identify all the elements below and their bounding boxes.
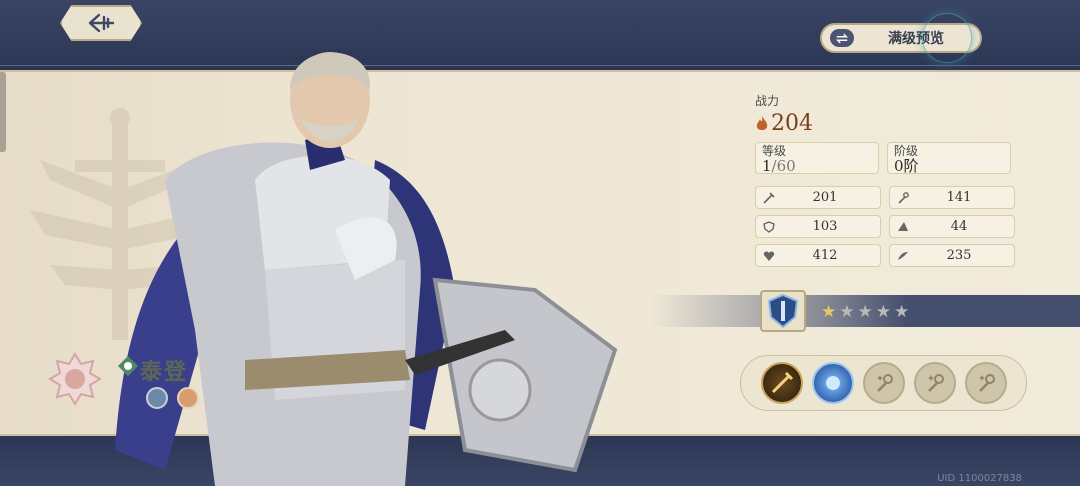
hat-icon (896, 220, 910, 234)
star-empty-icon: ★ (894, 302, 910, 322)
locked-staff-skill-icon[interactable] (965, 362, 1007, 404)
attr-magic-defense[interactable]: 44 (889, 215, 1015, 238)
stats-panel: 战力 204 等级 1/60 阶级 0阶 201 141 103 44 412 … (755, 92, 1020, 267)
attr-value: 141 (946, 190, 972, 205)
attr-value: 412 (812, 248, 838, 263)
sword-icon (762, 191, 776, 205)
swap-arrows-icon (830, 29, 854, 47)
rank-label: 阶级 (894, 144, 919, 158)
level-label: 等级 (762, 144, 787, 158)
star-rating: ★ ★ ★ ★ ★ (821, 304, 909, 321)
rank-box: 阶级 0阶 (887, 142, 1011, 174)
power-label: 战力 (755, 94, 780, 108)
attr-defense[interactable]: 103 (755, 215, 881, 238)
locked-staff-skill-icon[interactable] (914, 362, 956, 404)
level-box: 等级 1/60 (755, 142, 879, 174)
star-empty-icon: ★ (839, 302, 855, 322)
level-current: 1 (762, 157, 772, 175)
blue-orb-skill-icon[interactable] (812, 362, 854, 404)
sub-badge-blue-icon (146, 387, 168, 409)
class-emblem-icon (48, 352, 102, 406)
heart-icon (762, 249, 776, 263)
attribute-grid: 201 141 103 44 412 235 (755, 186, 1020, 267)
attr-speed[interactable]: 235 (889, 244, 1015, 267)
sub-badge-orange-icon (177, 387, 199, 409)
attr-value: 235 (946, 248, 972, 263)
attr-attack[interactable]: 201 (755, 186, 881, 209)
skill-bar (740, 355, 1027, 411)
attr-value: 44 (950, 219, 968, 234)
rank-value: 0阶 (894, 157, 919, 175)
hero-name: 泰登 (140, 359, 189, 385)
sword-skill-icon[interactable] (761, 362, 803, 404)
attr-value: 103 (812, 219, 838, 234)
star-empty-icon: ★ (875, 302, 891, 322)
star-filled-icon: ★ (821, 302, 837, 322)
power-value: 204 (771, 111, 813, 136)
attr-value: 201 (812, 190, 838, 205)
shield-icon (762, 220, 776, 234)
attr-magic[interactable]: 141 (889, 186, 1015, 209)
preview-glow (922, 13, 972, 63)
side-scroll-tab[interactable] (0, 72, 6, 152)
uid-text: UID 1100027838 (937, 473, 1022, 484)
element-diamond-icon (118, 356, 138, 376)
locked-staff-skill-icon[interactable] (863, 362, 905, 404)
rank-emblem-icon[interactable] (759, 289, 807, 333)
max-level-preview-button[interactable]: 满级预览 (820, 13, 982, 63)
level-max: /60 (771, 157, 796, 175)
staff-icon (896, 191, 910, 205)
hero-portrait (115, 52, 618, 486)
flame-icon (756, 115, 768, 130)
star-empty-icon: ★ (857, 302, 873, 322)
wing-icon (896, 249, 910, 263)
attr-hp[interactable]: 412 (755, 244, 881, 267)
